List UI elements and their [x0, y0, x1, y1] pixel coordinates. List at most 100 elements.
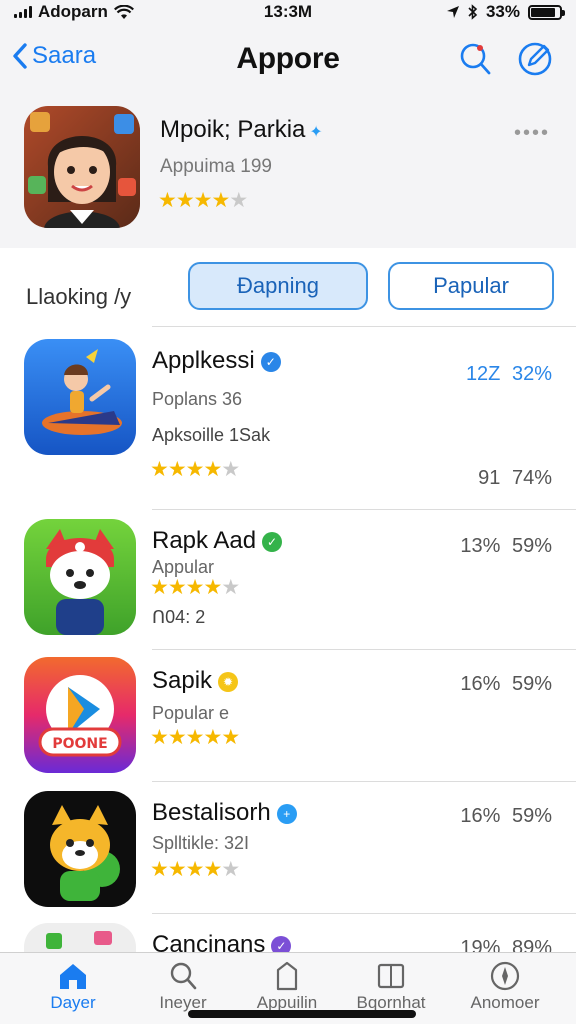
tab-search[interactable]: Ineyer	[128, 961, 238, 1013]
carrier-label: Adoparn	[38, 2, 108, 21]
list-item[interactable]: Applkessi ✓ Poplans 36 Apksoille 1Sak ★★★…	[0, 339, 576, 509]
star-filled-icon: ★	[167, 726, 187, 749]
sparkle-icon: ✦	[309, 124, 323, 141]
app-icon: POONE	[24, 657, 136, 773]
book-icon	[377, 963, 405, 989]
star-filled-icon: ★	[150, 458, 169, 481]
app-icon	[24, 519, 136, 635]
app-stat: 16% 59%	[460, 805, 552, 827]
featured-app-card[interactable]: Mpoik; Parkia ✦ Appuima 199 ★★★★★ ••••	[0, 96, 576, 248]
star-empty-icon: ★	[221, 458, 240, 481]
divider	[152, 326, 576, 327]
status-time: 13:3M	[263, 2, 313, 21]
app-rating: ★★★★★	[150, 725, 240, 750]
list-item[interactable]: Bestalisorh + Splltikle: 32I ★★★★★ 16% 59…	[0, 789, 576, 909]
filter-label: Llaoking /y	[26, 284, 132, 309]
home-indicator[interactable]	[188, 1010, 416, 1018]
nav-bar: Saara Appore	[0, 24, 576, 96]
segment-trending[interactable]: Ðapning	[188, 262, 368, 310]
app-name: Rapk Aad ✓	[152, 527, 283, 555]
more-icon[interactable]: ••••	[514, 122, 550, 145]
star-filled-icon: ★	[167, 458, 187, 481]
tab-arcade[interactable]: Bqornhat	[336, 961, 446, 1013]
divider	[152, 509, 576, 510]
app-name: Bestalisorh +	[152, 799, 297, 827]
app-title: Bestalisorh	[152, 799, 271, 826]
tab-apps[interactable]: Appuilin	[232, 961, 342, 1013]
app-stat-secondary-text: 91 74%	[478, 467, 552, 489]
app-detail: Apksoille 1Sak	[152, 425, 271, 445]
star-filled-icon: ★	[185, 458, 205, 481]
star-filled-icon: ★	[150, 858, 169, 881]
list-item[interactable]: POONE Sapik ✹ Popular e ★★★★★ 16% 59%	[0, 657, 576, 783]
wifi-icon	[113, 4, 134, 19]
featured-rating: ★★★★★	[158, 188, 248, 213]
star-filled-icon: ★	[185, 576, 205, 599]
search-icon[interactable]	[456, 40, 494, 78]
app-stat: 13% 59%	[460, 535, 552, 557]
status-bar: Adoparn 13:3M 33%	[0, 0, 576, 24]
sun-badge-icon: ✹	[218, 671, 239, 692]
app-name: Sapik ✹	[152, 667, 239, 695]
svg-text:POONE: POONE	[52, 736, 107, 752]
star-filled-icon: ★	[203, 576, 222, 599]
divider	[152, 913, 576, 914]
filter-row: Llaoking /y Ðapning Papular	[0, 258, 576, 318]
app-title: Rapk Aad	[152, 527, 257, 554]
featured-app-icon	[24, 106, 140, 228]
featured-app-subtitle: Appuima 199	[160, 156, 272, 177]
signal-icon	[14, 6, 32, 18]
compass-icon	[490, 961, 520, 991]
divider	[152, 781, 576, 782]
star-filled-icon: ★	[221, 726, 240, 749]
star-filled-icon: ★	[203, 858, 222, 881]
tab-explore[interactable]: Anomoer	[450, 961, 560, 1013]
star-filled-icon: ★	[150, 726, 169, 749]
app-rating: ★★★★★	[150, 857, 240, 882]
battery-level	[531, 7, 555, 17]
compose-icon[interactable]	[516, 40, 554, 78]
app-icon	[24, 791, 136, 907]
star-filled-icon: ★	[167, 858, 187, 881]
home-icon	[60, 964, 86, 989]
location-icon	[446, 6, 459, 18]
segment-popular[interactable]: Papular	[388, 262, 554, 310]
tab-today[interactable]: Dayer	[18, 961, 128, 1013]
star-filled-icon: ★	[167, 576, 187, 599]
divider	[152, 649, 576, 650]
star-empty-icon: ★	[221, 576, 240, 599]
app-icon	[24, 339, 136, 455]
battery-icon	[528, 4, 565, 20]
app-detail: ᑎ04: 2	[152, 607, 206, 627]
verified-badge-icon: ✓	[260, 351, 281, 372]
app-title: Sapik	[152, 667, 213, 694]
tab-label: Anomoer	[470, 993, 540, 1012]
status-left: Adoparn	[14, 2, 214, 22]
tab-label: Dayer	[50, 993, 96, 1012]
app-rating: ★★★★★	[150, 457, 240, 482]
app-stat: 12Z 32%	[465, 363, 552, 385]
featured-app-title: Mpoik; Parkia	[160, 116, 306, 143]
app-name: Applkessi ✓	[152, 347, 281, 375]
list-item[interactable]: Rapk Aad ✓ Appular ★★★★★ ᑎ04: 2 13% 59%	[0, 519, 576, 649]
featured-app-name: Mpoik; Parkia ✦	[160, 116, 323, 144]
search-icon	[170, 962, 197, 990]
star-filled-icon: ★	[193, 189, 213, 212]
app-subtitle: Splltikle: 32I	[152, 833, 250, 853]
star-filled-icon: ★	[203, 458, 222, 481]
app-subtitle: Poplans 36	[152, 389, 243, 409]
app-stat-secondary: 91 74%	[478, 467, 552, 490]
sparkle-badge-icon: +	[276, 803, 297, 824]
battery-percent: 33%	[485, 2, 520, 21]
star-filled-icon: ★	[175, 189, 195, 212]
star-filled-icon: ★	[158, 189, 177, 212]
star-filled-icon: ★	[211, 189, 230, 212]
app-subtitle: Popular e	[152, 703, 230, 723]
apps-icon	[276, 961, 298, 991]
star-filled-icon: ★	[203, 726, 222, 749]
app-rating: ★★★★★	[150, 575, 240, 600]
star-empty-icon: ★	[229, 189, 248, 212]
star-empty-icon: ★	[221, 858, 240, 881]
bluetooth-icon	[468, 4, 478, 20]
star-filled-icon: ★	[185, 726, 205, 749]
